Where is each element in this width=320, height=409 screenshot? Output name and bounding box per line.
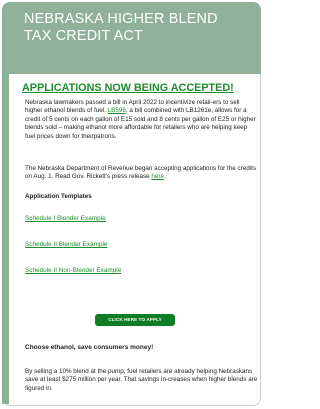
title-line-1: NEBRASKA HIGHER BLEND	[24, 11, 218, 27]
header-banner: NEBRASKA HIGHER BLEND TAX CREDIT ACT	[2, 2, 261, 74]
schedule-1-blender-link[interactable]: Schedule I Blender Example	[25, 215, 106, 222]
revenue-text-1: The Nebraska Department of Revenue began…	[25, 165, 257, 181]
apply-button[interactable]: CLICK HERE TO APPLY	[95, 314, 175, 326]
lb596-link[interactable]: LB596	[108, 107, 126, 114]
title-line-2: TAX CREDIT ACT	[24, 28, 144, 44]
schedule-2-non-blender-link[interactable]: Schedule II Non-Blender Example	[25, 267, 121, 274]
intro-paragraph: Nebraska lawmakers passed a bill in Apri…	[25, 99, 258, 141]
closing-paragraph: By selling a 10% blend at the pump, fuel…	[25, 368, 258, 392]
left-accent-bar	[2, 70, 9, 404]
templates-heading: Application Templates	[25, 193, 92, 200]
subheading: Choose ethanol, save consumers money!	[25, 344, 154, 351]
press-release-link[interactable]: here	[151, 173, 164, 180]
revenue-text-2: .	[164, 173, 166, 181]
revenue-paragraph: The Nebraska Department of Revenue began…	[25, 165, 258, 182]
headline: APPLICATIONS NOW BEING ACCEPTED!	[22, 82, 234, 94]
schedule-2-blender-link[interactable]: Schedule II Blender Example	[25, 241, 107, 248]
